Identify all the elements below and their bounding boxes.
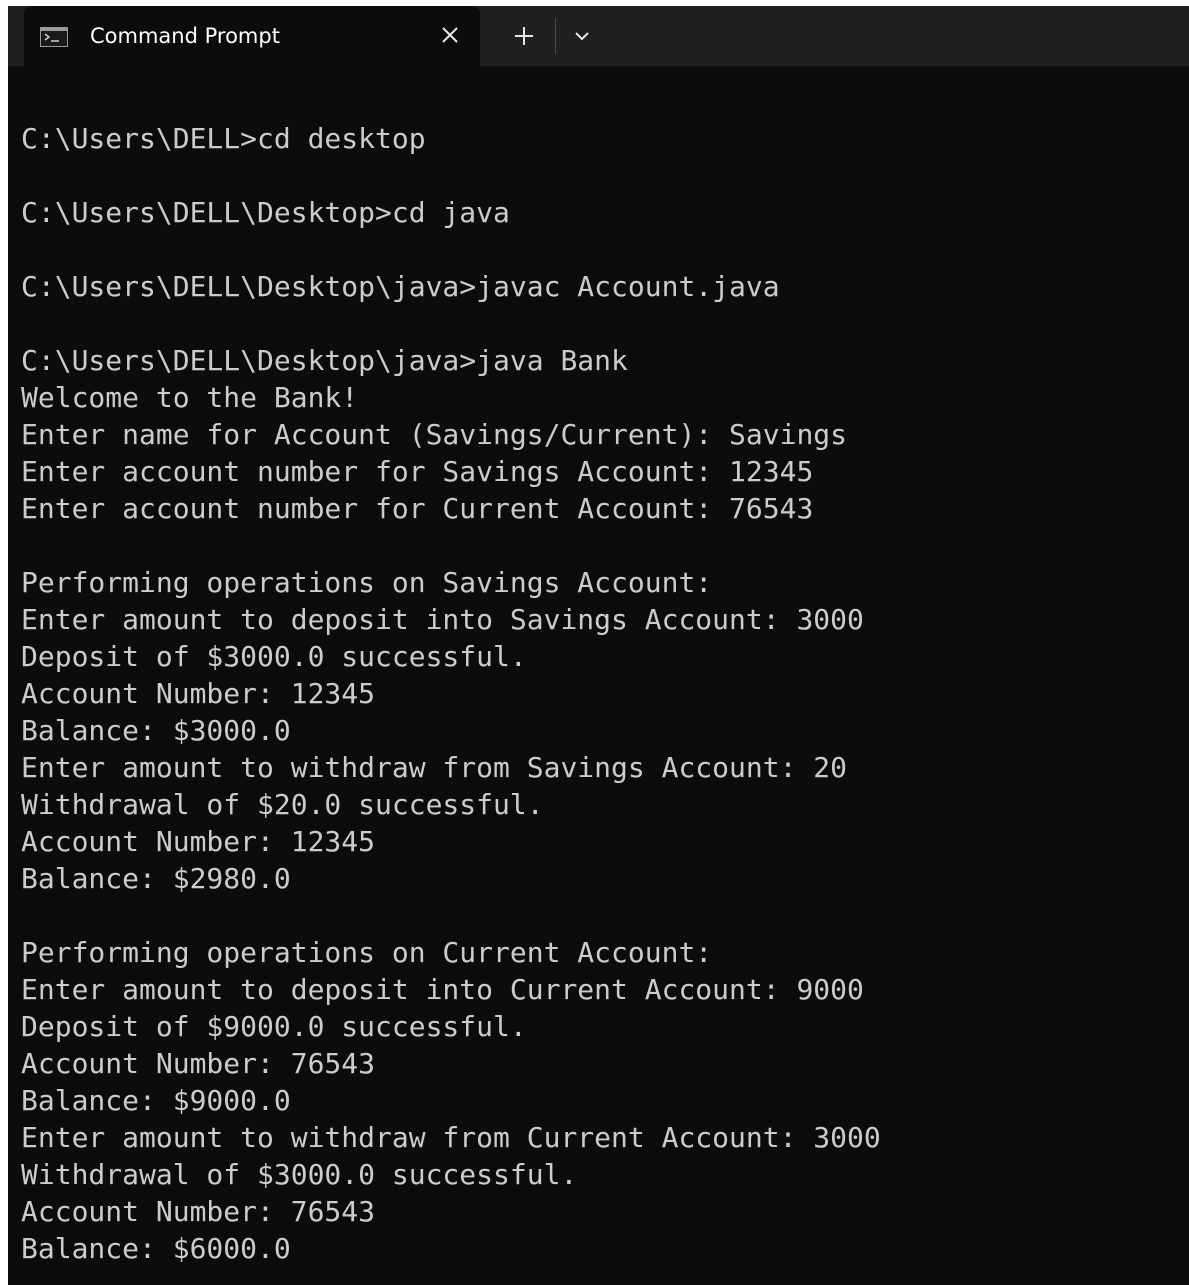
- console-line: C:\Users\DELL\Desktop\java>javac Account…: [21, 270, 780, 303]
- console-line: Account Number: 76543: [21, 1047, 376, 1080]
- tab-dropdown-button[interactable]: [566, 20, 598, 52]
- chevron-down-icon: [575, 32, 589, 41]
- terminal-window: Command Prompt C:\Users\DELL>cd desktop: [8, 6, 1189, 1285]
- tab-title: Command Prompt: [90, 24, 280, 48]
- tab-bar: Command Prompt: [8, 6, 1189, 66]
- console-line: Deposit of $9000.0 successful.: [21, 1010, 527, 1043]
- console-line: C:\Users\DELL\Desktop\java>java Bank: [21, 344, 628, 377]
- console-line: C:\Users\DELL\Desktop>cd java: [21, 196, 510, 229]
- console-line: Enter amount to withdraw from Current Ac…: [21, 1121, 881, 1154]
- tab-divider: [555, 18, 556, 54]
- console-line: Welcome to the Bank!: [21, 381, 359, 414]
- console-line: Enter amount to deposit into Current Acc…: [21, 973, 864, 1006]
- console-line: Enter name for Account (Savings/Current)…: [21, 418, 848, 451]
- console-line: C:\Users\DELL>cd desktop: [21, 122, 426, 155]
- console-line: Enter account number for Current Account…: [21, 492, 814, 525]
- close-icon[interactable]: [438, 23, 462, 47]
- console-line: Balance: $6000.0: [21, 1232, 291, 1265]
- tab-command-prompt[interactable]: Command Prompt: [24, 6, 480, 66]
- console-line: Account Number: 12345: [21, 677, 376, 710]
- console-line: Deposit of $3000.0 successful.: [21, 640, 527, 673]
- console-output[interactable]: C:\Users\DELL>cd desktop C:\Users\DELL\D…: [8, 66, 1189, 1285]
- console-line: Balance: $3000.0: [21, 714, 291, 747]
- console-line: Performing operations on Savings Account…: [21, 566, 713, 599]
- new-tab-button[interactable]: [508, 20, 540, 52]
- console-line: Enter amount to deposit into Savings Acc…: [21, 603, 864, 636]
- console-line: Balance: $9000.0: [21, 1084, 291, 1117]
- console-line: Account Number: 12345: [21, 825, 376, 858]
- console-line: Account Number: 76543: [21, 1195, 376, 1228]
- console-line: Withdrawal of $3000.0 successful.: [21, 1158, 578, 1191]
- console-line: Performing operations on Current Account…: [21, 936, 713, 969]
- console-line: Withdrawal of $20.0 successful.: [21, 788, 544, 821]
- plus-icon: [515, 27, 533, 45]
- cmd-icon: [40, 27, 68, 47]
- console-line: Balance: $2980.0: [21, 862, 291, 895]
- console-line: Enter amount to withdraw from Savings Ac…: [21, 751, 848, 784]
- console-line: Enter account number for Savings Account…: [21, 455, 814, 488]
